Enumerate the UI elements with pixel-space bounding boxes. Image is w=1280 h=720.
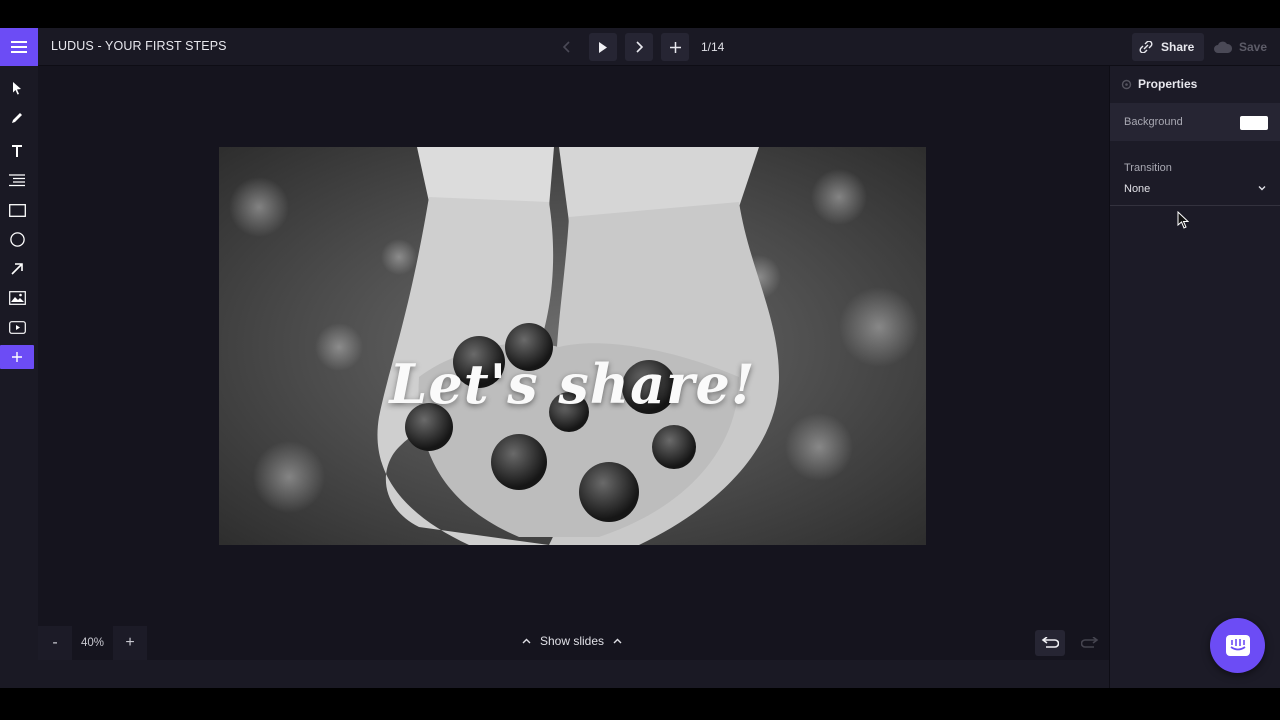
add-icon [12,352,22,362]
properties-panel: Properties Background Transition None [1109,66,1280,688]
text-tool[interactable] [0,139,34,163]
ludus-app: LUDUS - YOUR FIRST STEPS 1/14 Share Save [0,28,1280,688]
slide-title-text[interactable]: Let's share! [219,352,926,416]
hands-with-berries-image [219,147,926,545]
previous-slide-button[interactable] [553,33,581,61]
zoom-out-button[interactable]: - [38,626,72,660]
image-icon [8,291,26,305]
support-chat-button[interactable] [1210,618,1265,673]
properties-header: Properties [1110,66,1280,102]
play-button[interactable] [589,33,617,61]
menu-button[interactable] [0,28,38,66]
text-icon [12,144,22,157]
cloud-icon [1214,41,1232,53]
add-element-button[interactable] [0,345,34,369]
background-row[interactable]: Background [1110,103,1280,141]
rectangle-tool[interactable] [0,198,34,222]
background-color-swatch[interactable] [1240,116,1268,130]
status-strip [38,660,1109,688]
background-label: Background [1124,116,1183,128]
save-button[interactable]: Save [1214,33,1267,61]
list-icon [9,173,25,186]
transition-value: None [1124,183,1151,195]
gear-icon [1121,79,1132,89]
zoom-in-button[interactable]: + [113,626,147,660]
ellipse-tool[interactable] [0,227,34,251]
undo-button[interactable] [1035,630,1065,656]
plus-icon [669,41,681,53]
redo-button[interactable] [1075,630,1105,656]
save-label: Save [1239,40,1268,54]
properties-title: Properties [1138,77,1198,91]
share-button[interactable]: Share [1132,33,1204,61]
chat-icon [1225,634,1250,656]
undo-icon [1041,636,1059,648]
chevron-down-icon [1258,186,1266,191]
select-tool[interactable] [0,76,34,100]
chevron-up-icon [522,638,531,644]
list-tool[interactable] [0,168,34,192]
hamburger-icon [11,41,27,53]
next-slide-button[interactable] [625,33,653,61]
chevron-up-icon [613,638,622,644]
transition-label: Transition [1124,162,1172,174]
zoom-level: 40% [80,637,105,649]
slide-preview[interactable]: Let's share! [219,147,926,545]
arrow-icon [10,262,23,275]
arrow-tool[interactable] [0,256,34,280]
mouse-cursor-icon [1177,211,1189,229]
editor-canvas[interactable]: Let's share! - 40% + Show slides [38,66,1109,688]
play-icon [599,41,607,53]
rectangle-icon [8,203,26,217]
pen-icon [11,112,22,123]
share-label: Share [1161,40,1195,54]
video-icon [8,320,26,334]
tools-sidebar [0,66,38,688]
chevron-left-icon [562,41,570,53]
slide-navigation: 1/14 [553,33,724,61]
transition-select[interactable]: None [1110,176,1280,206]
canvas-footer: - 40% + Show slides [38,626,1109,660]
redo-icon [1081,636,1099,648]
link-icon [1139,41,1153,53]
pen-tool[interactable] [0,105,34,129]
show-slides-label: Show slides [540,634,605,648]
slide-counter: 1/14 [701,40,725,54]
chevron-right-icon [636,41,644,53]
select-icon [13,82,21,95]
show-slides-toggle[interactable]: Show slides [522,634,622,648]
add-slide-button[interactable] [661,33,689,61]
document-title[interactable]: LUDUS - YOUR FIRST STEPS [51,39,227,53]
image-tool[interactable] [0,286,34,310]
video-tool[interactable] [0,315,34,339]
ellipse-icon [9,231,25,247]
top-bar: LUDUS - YOUR FIRST STEPS 1/14 Share Save [0,28,1280,66]
